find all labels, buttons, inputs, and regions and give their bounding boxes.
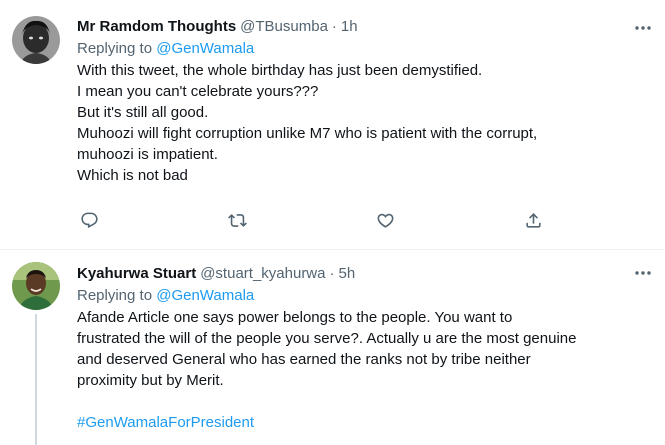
tweet-text-line: Which is not bad [77,167,188,184]
timestamp[interactable]: 5h [338,263,355,285]
replying-to-label: Replying to [77,287,153,304]
like-button[interactable] [373,208,397,232]
replying-to-label: Replying to [77,40,153,57]
separator: · [329,265,335,282]
replying-to: Replying to @GenWamala [77,285,653,307]
action-bar [77,208,645,232]
share-button[interactable] [521,208,545,232]
more-icon [635,271,651,275]
user-handle[interactable]: @TBusumba [240,16,328,38]
more-options-button[interactable] [633,263,653,283]
retweet-icon [227,213,247,227]
reply-button[interactable] [77,208,101,232]
tweet-header: Mr Ramdom Thoughts @TBusumba · 1h [77,16,653,38]
tweet-text-line: I mean you can't celebrate yours??? [77,83,319,100]
more-options-button[interactable] [633,18,653,38]
tweet-text-line: and deserved General who has earned the … [77,351,531,368]
tweet-text-line: But it's still all good. [77,104,209,121]
tweet-text-line: frustrated the will of the people you se… [77,330,577,347]
tweet-text-line: With this tweet, the whole birthday has … [77,62,483,79]
display-name[interactable]: Mr Ramdom Thoughts [77,16,236,38]
thread-line [35,314,37,445]
hashtag-link[interactable]: #GenWamalaForPresident [77,412,653,433]
tweet-text-line: proximity but by Merit. [77,372,224,389]
tweet-text: Afande Article one says power belongs to… [77,307,653,433]
timestamp[interactable]: 1h [341,16,358,38]
avatar[interactable] [12,16,60,64]
tweet-text-line: muhoozi is impatient. [77,146,218,163]
tweet-text: With this tweet, the whole birthday has … [77,60,653,186]
reply-icon [80,212,98,228]
tweet-header: Kyahurwa Stuart @stuart_kyahurwa · 5h [77,263,653,285]
more-icon [635,26,651,30]
tweet[interactable]: Kyahurwa Stuart @stuart_kyahurwa · 5h Re… [0,251,665,445]
tweet-text-line: Afande Article one says power belongs to… [77,309,513,326]
mention-link[interactable]: @GenWamala [156,40,254,57]
share-icon [525,212,541,228]
mention-link[interactable]: @GenWamala [156,287,254,304]
replying-to: Replying to @GenWamala [77,38,653,60]
tweet[interactable]: Mr Ramdom Thoughts @TBusumba · 1h Replyi… [0,0,665,250]
display-name[interactable]: Kyahurwa Stuart [77,263,196,285]
avatar[interactable] [12,262,60,310]
tweet-text-line: Muhoozi will fight corruption unlike M7 … [77,125,538,142]
user-handle[interactable]: @stuart_kyahurwa [200,263,325,285]
like-icon [377,213,393,228]
retweet-button[interactable] [225,208,249,232]
separator: · [331,18,337,35]
